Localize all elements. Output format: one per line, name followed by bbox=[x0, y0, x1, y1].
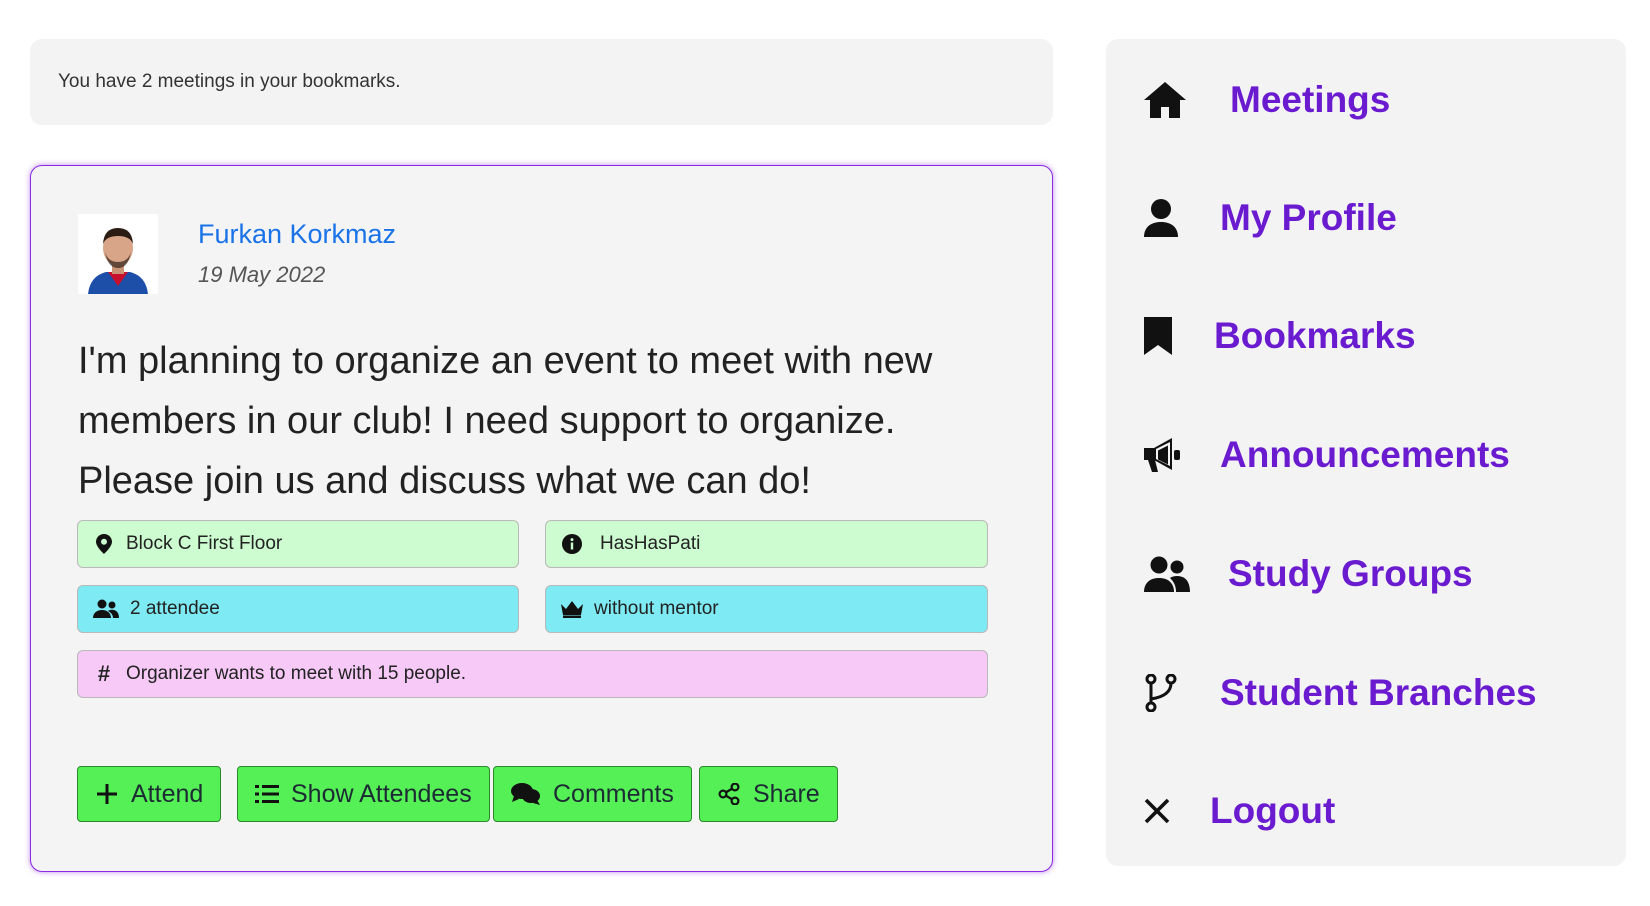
sidebar-item-label: Announcements bbox=[1220, 434, 1510, 475]
mentor-tag: without mentor bbox=[545, 585, 988, 633]
close-icon bbox=[1144, 788, 1190, 834]
sidebar-item-bookmarks[interactable]: Bookmarks bbox=[1144, 306, 1416, 366]
sidebar-item-my-profile[interactable]: My Profile bbox=[1144, 188, 1397, 248]
club-tag: HasHasPati bbox=[545, 520, 988, 568]
sidebar-item-label: Bookmarks bbox=[1214, 315, 1416, 356]
bookmark-count-text: You have 2 meetings in your bookmarks. bbox=[58, 71, 401, 92]
avatar-photo bbox=[78, 214, 158, 294]
attend-button[interactable]: Attend bbox=[77, 766, 222, 822]
user-icon bbox=[1144, 195, 1190, 241]
author-block: Furkan Korkmaz 19 May 2022 bbox=[78, 214, 396, 294]
meeting-card: Furkan Korkmaz 19 May 2022 I'm planning … bbox=[30, 165, 1053, 872]
attendee-count-text: 2 attendee bbox=[130, 598, 220, 619]
sidebar-item-logout[interactable]: Logout bbox=[1144, 781, 1335, 841]
comments-icon bbox=[511, 782, 541, 806]
users-icon bbox=[1144, 551, 1190, 597]
post-date: 19 May 2022 bbox=[198, 262, 326, 287]
capacity-tag: # Organizer wants to meet with 15 people… bbox=[77, 650, 988, 698]
branch-icon bbox=[1144, 670, 1190, 716]
attendee-count-tag: 2 attendee bbox=[77, 585, 519, 633]
location-tag: Block C First Floor bbox=[77, 520, 519, 568]
sidebar-item-meetings[interactable]: Meetings bbox=[1144, 70, 1390, 130]
bookmark-count-banner: You have 2 meetings in your bookmarks. bbox=[30, 39, 1053, 125]
mentor-text: without mentor bbox=[594, 598, 719, 619]
list-icon bbox=[255, 782, 279, 806]
sidebar-item-label: Logout bbox=[1210, 790, 1336, 831]
crown-icon bbox=[560, 597, 584, 621]
share-icon bbox=[717, 782, 741, 806]
location-text: Block C First Floor bbox=[126, 533, 283, 554]
comments-button-label: Comments bbox=[553, 779, 674, 808]
megaphone-icon bbox=[1144, 432, 1190, 478]
sidebar-item-label: Meetings bbox=[1230, 79, 1391, 120]
club-text: HasHasPati bbox=[600, 533, 701, 554]
sidebar-item-student-branches[interactable]: Student Branches bbox=[1144, 663, 1537, 723]
hashtag-icon: # bbox=[97, 661, 111, 686]
map-pin-icon bbox=[92, 532, 116, 556]
sidebar-item-announcements[interactable]: Announcements bbox=[1144, 425, 1510, 485]
home-icon bbox=[1144, 77, 1190, 123]
attend-button-label: Attend bbox=[131, 779, 204, 808]
sidebar-item-label: Student Branches bbox=[1220, 672, 1537, 713]
sidebar-item-label: Study Groups bbox=[1228, 553, 1473, 594]
page: You have 2 meetings in your bookmarks. F… bbox=[0, 0, 1650, 906]
share-button[interactable]: Share bbox=[699, 766, 838, 822]
author-meta: Furkan Korkmaz 19 May 2022 bbox=[198, 214, 396, 294]
share-button-label: Share bbox=[753, 779, 820, 808]
plus-icon bbox=[95, 782, 119, 806]
sidebar-item-label: My Profile bbox=[1220, 197, 1397, 238]
bookmark-icon bbox=[1144, 313, 1190, 359]
users-icon bbox=[92, 597, 120, 621]
author-name-link[interactable]: Furkan Korkmaz bbox=[198, 219, 396, 250]
avatar[interactable] bbox=[78, 214, 158, 294]
info-icon bbox=[560, 532, 584, 556]
comments-button[interactable]: Comments bbox=[493, 766, 692, 822]
sidebar-item-study-groups[interactable]: Study Groups bbox=[1144, 544, 1473, 604]
sidebar-nav: Meetings My Profile Bookmarks Announceme… bbox=[1106, 39, 1626, 866]
meeting-description: I'm planning to organize an event to mee… bbox=[78, 340, 933, 502]
capacity-text: Organizer wants to meet with 15 people. bbox=[126, 663, 467, 684]
show-attendees-button[interactable]: Show Attendees bbox=[237, 766, 490, 822]
show-attendees-button-label: Show Attendees bbox=[291, 779, 472, 808]
